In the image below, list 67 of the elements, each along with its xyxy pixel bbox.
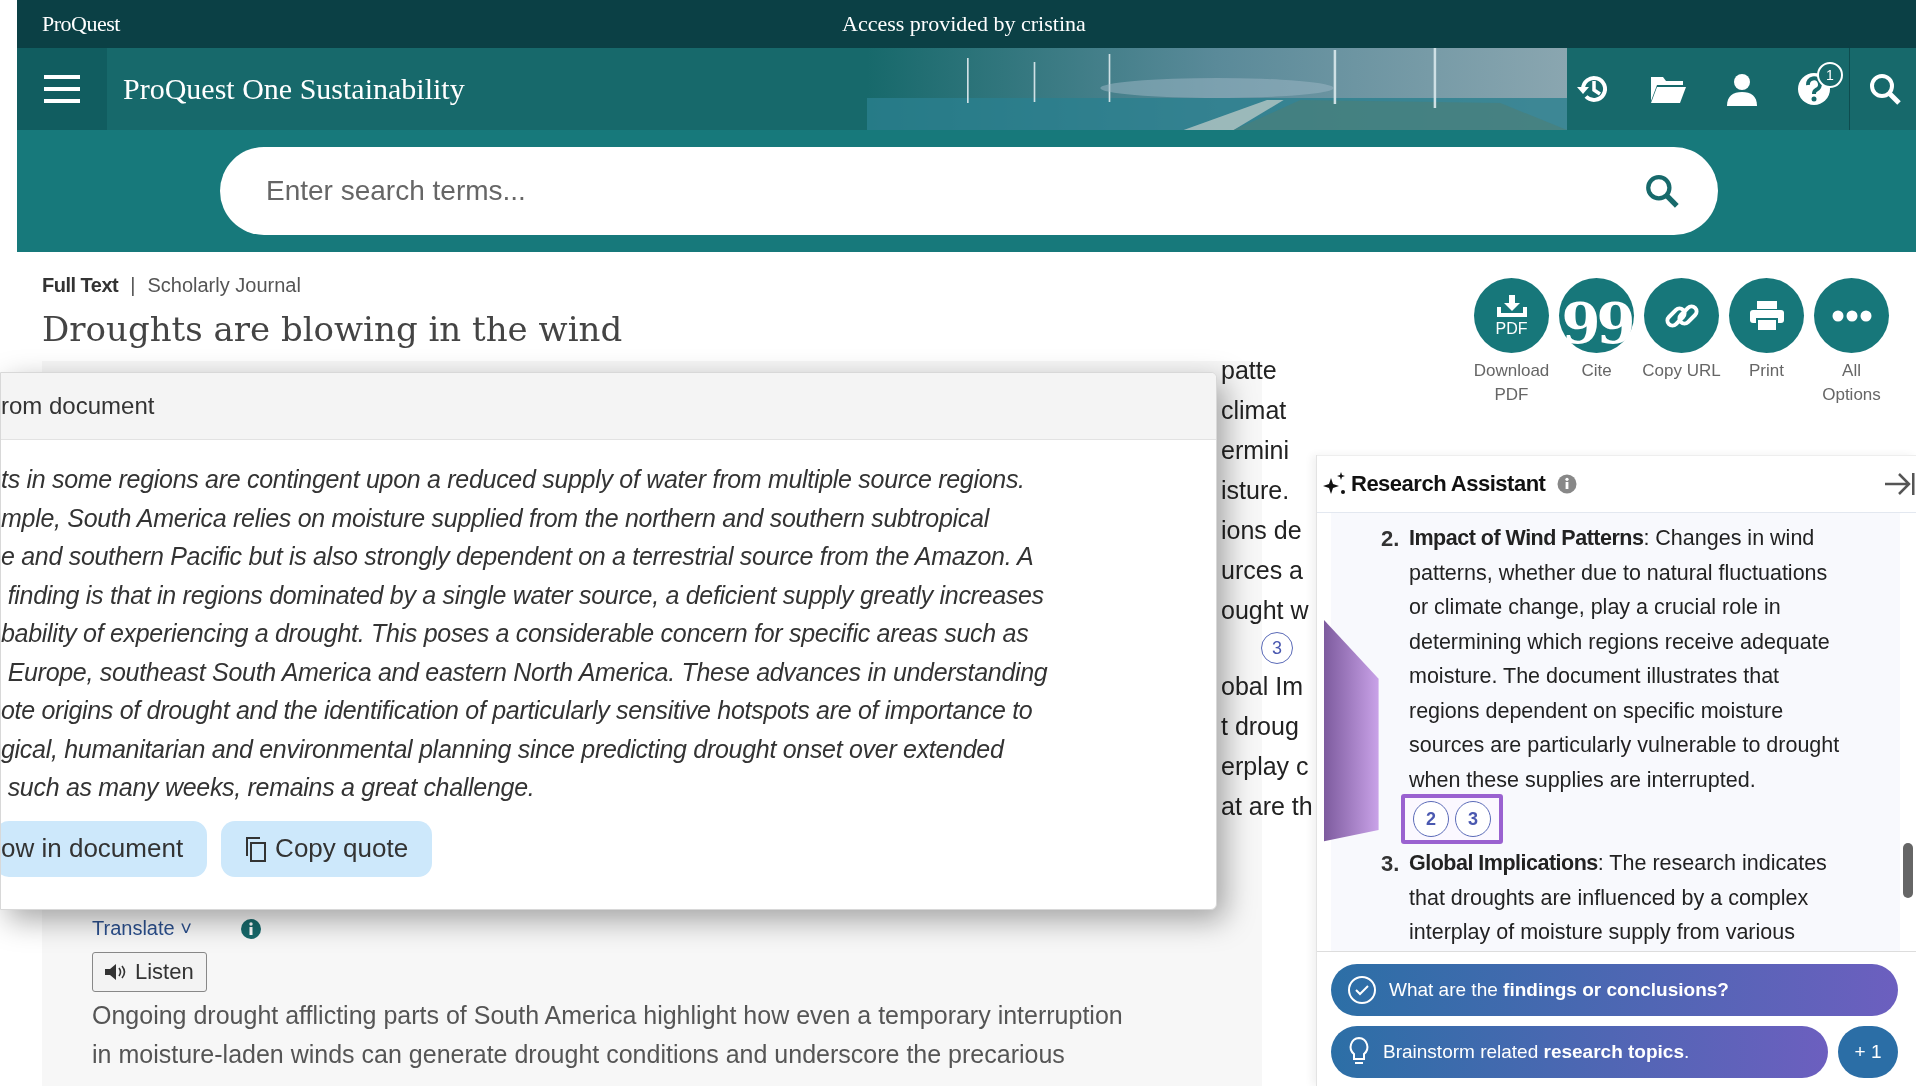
text-fragment: obal Im	[1221, 671, 1303, 702]
text-fragment: ought w	[1221, 595, 1309, 626]
citation-link[interactable]: 2	[1413, 801, 1449, 837]
printer-icon	[1747, 298, 1786, 333]
menu-icon[interactable]	[43, 75, 81, 103]
source-type: Scholarly Journal	[147, 274, 301, 297]
check-circle-icon	[1347, 975, 1377, 1005]
item-number: 3.	[1381, 850, 1401, 878]
info-icon[interactable]	[1557, 474, 1578, 494]
quote-line: Europe, southeast South America and eastern North America. These advances in understanding	[6, 656, 1049, 688]
action-label: Cite	[1581, 360, 1612, 382]
text-fragment: ions de	[1221, 515, 1302, 546]
action-label: All Options	[1822, 360, 1881, 406]
show-in-document-button[interactable]: ow in document	[1, 820, 208, 877]
brand-logo[interactable]: ProQuest	[42, 11, 120, 37]
text-fragment: climat	[1221, 395, 1287, 426]
document-title: Droughts are blowing in the wind	[42, 309, 623, 349]
copy-icon	[245, 835, 268, 862]
separator: |	[130, 274, 136, 297]
text-fragment: erplay c	[1221, 751, 1309, 782]
search-icon[interactable]	[1644, 173, 1680, 209]
quote-line: finding is that in regions dominated by a single water source, a deficient supply greatly increases	[6, 579, 1045, 611]
panel-title: Research Assistant	[1351, 471, 1546, 497]
quote-line: ote origins of drought and the identification of particularly sensitive hotspots are of importance to	[1, 695, 1034, 726]
text-fragment: at are th	[1221, 791, 1313, 822]
citation-link[interactable]: 3	[1455, 801, 1491, 837]
translate-link[interactable]: Translate ˅	[92, 917, 192, 940]
quote-line: gical, humanitarian and environmental planning since predicting drought onset over extended	[1, 733, 1006, 765]
text-fragment: t droug	[1221, 711, 1299, 742]
paragraph-line: Ongoing drought afflicting parts of South America highlight how even a temporary interruption	[92, 1000, 1124, 1031]
text-fragment: isture.	[1221, 475, 1290, 506]
action-label: Copy URL	[1642, 360, 1721, 382]
listen-button[interactable]: Listen	[92, 952, 207, 992]
speaker-icon	[105, 964, 127, 980]
action-label: Download PDF	[1473, 360, 1550, 406]
copy-quote-button[interactable]: Copy quote	[221, 820, 433, 877]
access-notice: Access provided by cristina	[842, 11, 1086, 37]
search-icon[interactable]	[1868, 72, 1902, 106]
cite-button[interactable]: 99	[1559, 278, 1634, 353]
text-fragment: patte	[1221, 355, 1277, 386]
quote-line: e and southern Pacific but is also strongly dependent on a terrestrial source from the Amazon. A	[1, 541, 1035, 572]
info-icon[interactable]	[239, 917, 262, 940]
site-title[interactable]: ProQuest One Sustainability	[123, 72, 465, 106]
item-number: 2.	[1381, 525, 1401, 553]
quote-line: such as many weeks, remains a great challenge.	[6, 772, 536, 803]
suggestion-chip[interactable]: What are the findings or conclusions?	[1331, 964, 1898, 1016]
quote-line: bability of experiencing a drought. This poses a considerable concern for specific areas such as	[1, 618, 1030, 649]
document-type: Full Text	[42, 274, 119, 297]
text-fragment: ermini	[1221, 435, 1290, 466]
paragraph-line: in moisture-laden winds can generate drought conditions and underscore the precarious	[92, 1039, 1066, 1070]
notification-badge: 1	[1817, 62, 1843, 88]
quote-line: mple, South America relies on moisture supplied from the northern and southern subtropical	[1, 502, 991, 534]
more-count-button[interactable]: + 1	[1838, 1026, 1898, 1078]
action-label: Print	[1749, 360, 1784, 382]
text-fragment: urces a	[1221, 555, 1303, 586]
suggestion-chip[interactable]: Brainstorm related research topics.	[1331, 1026, 1828, 1078]
answer-paragraph: Global Implications: The research indicates that droughts are influenced by a complex interplay of moisture supply from various	[1409, 850, 1828, 946]
collapse-icon[interactable]	[1884, 471, 1916, 497]
download-pdf-button[interactable]: PDF	[1474, 278, 1549, 353]
search-field[interactable]: Enter search terms...	[220, 147, 1718, 235]
sparkle-icon	[1323, 472, 1347, 496]
user-icon[interactable]	[1725, 72, 1759, 106]
download-icon	[1494, 294, 1529, 319]
popup-title: rom document	[1, 392, 155, 420]
answer-paragraph: Impact of Wind Patterns: Changes in wind patterns, whether due to natural fluctuations or climate change, play a crucial role in determining which regions receive adequate moisture. The document illustrates that regions dependent on specific moisture sources are particularly vulnerable to drought when these supplies are interrupted.	[1409, 525, 1841, 794]
more-icon	[1831, 309, 1872, 322]
quote-line: ts in some regions are contingent upon a reduced supply of water from multiple source regions.	[1, 464, 1026, 495]
